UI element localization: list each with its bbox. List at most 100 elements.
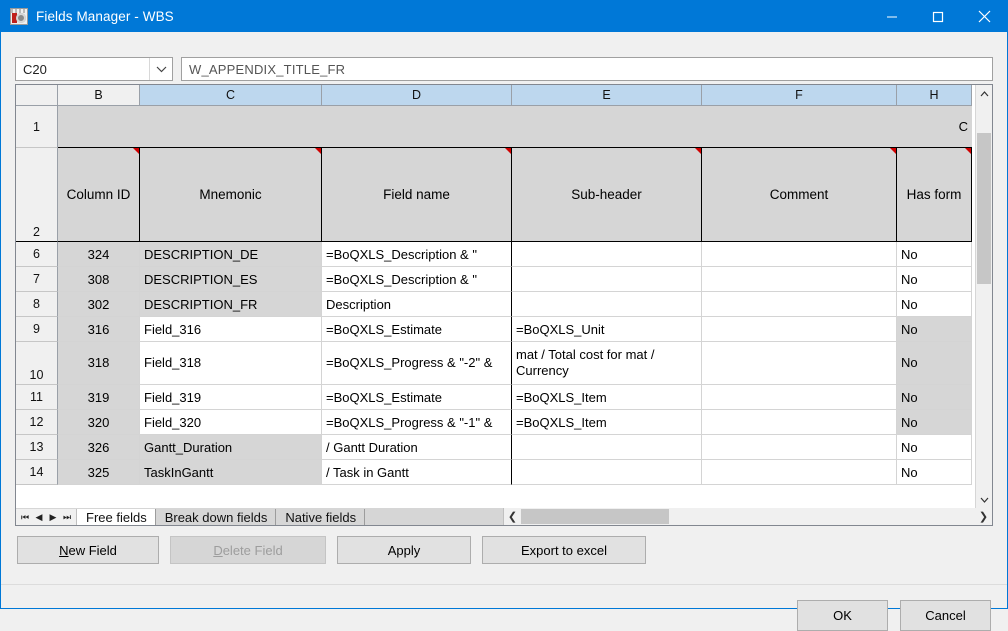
grid-cell-r8-cC[interactable]: DESCRIPTION_FR <box>140 292 322 317</box>
vertical-scrollbar-thumb[interactable] <box>977 133 991 284</box>
grid-cell-r11-cH[interactable]: No <box>897 385 972 410</box>
grid-cell-r13-cC[interactable]: Gantt_Duration <box>140 435 322 460</box>
grid-cell-r11-cE[interactable]: =BoQXLS_Item <box>512 385 702 410</box>
grid-cell-r7-cE[interactable] <box>512 267 702 292</box>
column-header-c[interactable]: C <box>140 85 322 106</box>
row-header-13[interactable]: 13 <box>16 435 58 460</box>
chevron-down-icon[interactable] <box>976 491 992 508</box>
grid-cell-r14-cB[interactable]: 325 <box>58 460 140 485</box>
grid-cell-r12-cH[interactable]: No <box>897 410 972 435</box>
new-field-button[interactable]: New Field <box>17 536 159 564</box>
grid-corner-cell[interactable] <box>16 85 58 106</box>
grid-cell-r7-cD[interactable]: =BoQXLS_Description & " <box>322 267 512 292</box>
grid-cell-r14-cD[interactable]: / Task in Gantt <box>322 460 512 485</box>
row-header-6[interactable]: 6 <box>16 242 58 267</box>
grid-cell-r6-cH[interactable]: No <box>897 242 972 267</box>
next-sheet-icon[interactable]: ▶ <box>46 512 60 523</box>
close-icon[interactable] <box>961 1 1007 32</box>
grid-cell-r7-cB[interactable]: 308 <box>58 267 140 292</box>
grid-cell-r7-cH[interactable]: No <box>897 267 972 292</box>
grid-cell-r13-cF[interactable] <box>702 435 897 460</box>
grid-cell-r6-cD[interactable]: =BoQXLS_Description & " <box>322 242 512 267</box>
grid-cell-r6-cB[interactable]: 324 <box>58 242 140 267</box>
grid-cell-r6-cC[interactable]: DESCRIPTION_DE <box>140 242 322 267</box>
grid-cell-r13-cH[interactable]: No <box>897 435 972 460</box>
export-to-excel-button[interactable]: Export to excel <box>482 536 646 564</box>
delete-field-button[interactable]: Delete Field <box>170 536 326 564</box>
grid-cell-r9-cC[interactable]: Field_316 <box>140 317 322 342</box>
grid-cell-r8-cH[interactable]: No <box>897 292 972 317</box>
row-header-1[interactable]: 1 <box>16 106 58 148</box>
grid-cell-r12-cD[interactable]: =BoQXLS_Progress & "-1" & <box>322 410 512 435</box>
grid-cell-r12-cC[interactable]: Field_320 <box>140 410 322 435</box>
grid-cell-r10-cB[interactable]: 318 <box>58 342 140 385</box>
grid-cell-r13-cD[interactable]: / Gantt Duration <box>322 435 512 460</box>
grid-cell-r7-cC[interactable]: DESCRIPTION_ES <box>140 267 322 292</box>
cancel-button[interactable]: Cancel <box>900 600 991 631</box>
grid-cell-r10-cD[interactable]: =BoQXLS_Progress & "-2" & <box>322 342 512 385</box>
column-header-h[interactable]: H <box>897 85 972 106</box>
sheet-navigation[interactable]: ⏮ ◀ ▶ ⏭ <box>16 509 77 525</box>
horizontal-scrollbar-track[interactable] <box>521 508 975 525</box>
row-header-2[interactable]: 2 <box>16 148 58 242</box>
column-header-f[interactable]: F <box>702 85 897 106</box>
grid-cell-r10-cF[interactable] <box>702 342 897 385</box>
sheet-tab-break-down-fields[interactable]: Break down fields <box>156 509 277 525</box>
grid-cell-r11-cD[interactable]: =BoQXLS_Estimate <box>322 385 512 410</box>
grid-cell-r7-cF[interactable] <box>702 267 897 292</box>
grid-cell-r11-cF[interactable] <box>702 385 897 410</box>
apply-button[interactable]: Apply <box>337 536 471 564</box>
grid-cell-r11-cB[interactable]: 319 <box>58 385 140 410</box>
formula-input[interactable]: W_APPENDIX_TITLE_FR <box>181 57 993 81</box>
grid-cell-r8-cD[interactable]: Description <box>322 292 512 317</box>
grid-cell-r10-cH[interactable]: No <box>897 342 972 385</box>
row-header-7[interactable]: 7 <box>16 267 58 292</box>
column-header-e[interactable]: E <box>512 85 702 106</box>
grid-cell-r9-cH[interactable]: No <box>897 317 972 342</box>
grid-cell-r6-cE[interactable] <box>512 242 702 267</box>
grid-cell-r10-cC[interactable]: Field_318 <box>140 342 322 385</box>
vertical-scrollbar[interactable] <box>975 85 992 508</box>
grid-cell-r12-cF[interactable] <box>702 410 897 435</box>
column-title-2[interactable]: Field name <box>322 148 512 242</box>
column-header-d[interactable]: D <box>322 85 512 106</box>
previous-sheet-icon[interactable]: ◀ <box>32 512 46 523</box>
horizontal-scrollbar[interactable]: ❮ ❯ <box>503 508 992 525</box>
grid-cell-r9-cB[interactable]: 316 <box>58 317 140 342</box>
grid-cell-r6-cF[interactable] <box>702 242 897 267</box>
grid-cell-r13-cB[interactable]: 326 <box>58 435 140 460</box>
grid-cell-r9-cD[interactable]: =BoQXLS_Estimate <box>322 317 512 342</box>
chevron-left-icon[interactable]: ❮ <box>504 510 521 523</box>
minimize-icon[interactable] <box>869 1 915 32</box>
grid-cell-r14-cC[interactable]: TaskInGantt <box>140 460 322 485</box>
row-header-9[interactable]: 9 <box>16 317 58 342</box>
column-title-1[interactable]: Mnemonic <box>140 148 322 242</box>
grid-cell-r9-cF[interactable] <box>702 317 897 342</box>
grid-cell-r12-cE[interactable]: =BoQXLS_Item <box>512 410 702 435</box>
grid-cell-r8-cE[interactable] <box>512 292 702 317</box>
grid-cell-r12-cB[interactable]: 320 <box>58 410 140 435</box>
grid-cell-row1-merged[interactable]: C <box>58 106 972 148</box>
grid-cell-r9-cE[interactable]: =BoQXLS_Unit <box>512 317 702 342</box>
row-header-10[interactable]: 10 <box>16 342 58 385</box>
chevron-right-icon[interactable]: ❯ <box>975 510 992 523</box>
last-sheet-icon[interactable]: ⏭ <box>60 512 74 523</box>
horizontal-scrollbar-thumb[interactable] <box>521 509 669 524</box>
grid-cell-r8-cF[interactable] <box>702 292 897 317</box>
row-header-11[interactable]: 11 <box>16 385 58 410</box>
column-title-4[interactable]: Comment <box>702 148 897 242</box>
chevron-up-icon[interactable] <box>976 85 992 102</box>
column-title-5[interactable]: Has form <box>897 148 972 242</box>
chevron-down-icon[interactable] <box>149 58 172 80</box>
column-header-b[interactable]: B <box>58 85 140 106</box>
sheet-tab-native-fields[interactable]: Native fields <box>276 509 365 525</box>
column-title-3[interactable]: Sub-header <box>512 148 702 242</box>
grid-cell-r13-cE[interactable] <box>512 435 702 460</box>
ok-button[interactable]: OK <box>797 600 888 631</box>
row-header-12[interactable]: 12 <box>16 410 58 435</box>
grid-cell-r14-cF[interactable] <box>702 460 897 485</box>
row-header-14[interactable]: 14 <box>16 460 58 485</box>
first-sheet-icon[interactable]: ⏮ <box>18 512 32 523</box>
grid-cell-r11-cC[interactable]: Field_319 <box>140 385 322 410</box>
grid-cell-r10-cE[interactable]: mat / Total cost for mat / Currency <box>512 342 702 385</box>
